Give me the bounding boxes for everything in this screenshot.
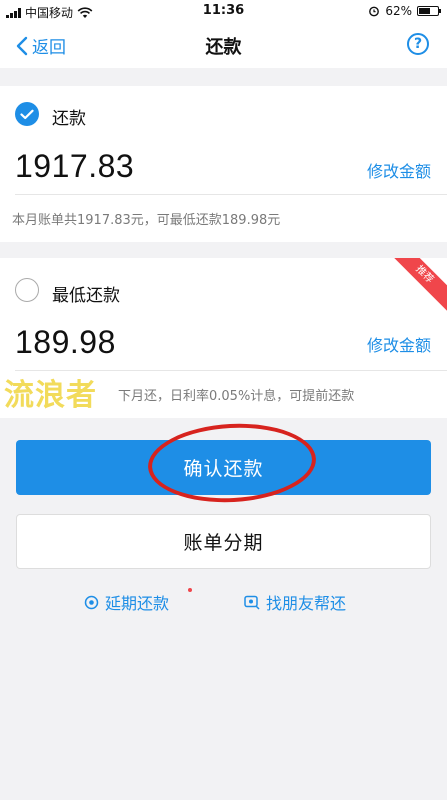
divider — [15, 194, 447, 195]
friend-help-link[interactable]: 找朋友帮还 — [244, 590, 346, 614]
battery-percent: 62% — [385, 4, 412, 18]
delay-repayment-link[interactable]: 延期还款 — [84, 588, 192, 614]
bottom-links: 延期还款 找朋友帮还 — [0, 588, 447, 616]
question-icon: ? — [413, 36, 423, 52]
unchecked-icon[interactable] — [15, 278, 39, 302]
recommend-ribbon: 推荐 — [385, 258, 447, 314]
minimum-repayment-amount: 189.98 — [15, 324, 116, 360]
full-repayment-amount: 1917.83 — [15, 148, 135, 184]
confirm-repayment-button[interactable]: 确认还款 — [16, 440, 431, 495]
full-repayment-label: 还款 — [52, 109, 86, 129]
page-title: 还款 — [205, 37, 242, 58]
checked-icon[interactable] — [15, 102, 39, 126]
new-dot — [188, 588, 192, 592]
battery-icon — [417, 6, 441, 16]
status-right: 62% — [368, 4, 441, 18]
modify-amount-link[interactable]: 修改金额 — [367, 158, 431, 182]
minimum-repayment-label: 最低还款 — [52, 286, 120, 306]
friend-help-label: 找朋友帮还 — [266, 594, 347, 613]
help-button[interactable]: ? — [407, 33, 429, 55]
friend-icon — [244, 595, 260, 610]
modify-amount-link-min[interactable]: 修改金额 — [367, 332, 431, 356]
minimum-repayment-note: 下月还，日利率0.05%计息，可提前还款 — [118, 389, 355, 404]
delay-repayment-label: 延期还款 — [105, 594, 170, 613]
nav-bar: 返回 还款 ? — [0, 22, 447, 68]
delay-icon — [84, 595, 99, 609]
alarm-icon — [369, 6, 380, 17]
bill-installment-button[interactable]: 账单分期 — [16, 514, 431, 569]
watermark: 流浪者 — [4, 378, 97, 413]
bill-summary-note: 本月账单共1917.83元，可最低还款189.98元 — [12, 213, 281, 228]
status-bar: 中国移动 11:36 62% — [0, 0, 447, 22]
full-repayment-option[interactable]: 还款 1917.83 修改金额 本月账单共1917.83元，可最低还款189.9… — [0, 86, 447, 242]
